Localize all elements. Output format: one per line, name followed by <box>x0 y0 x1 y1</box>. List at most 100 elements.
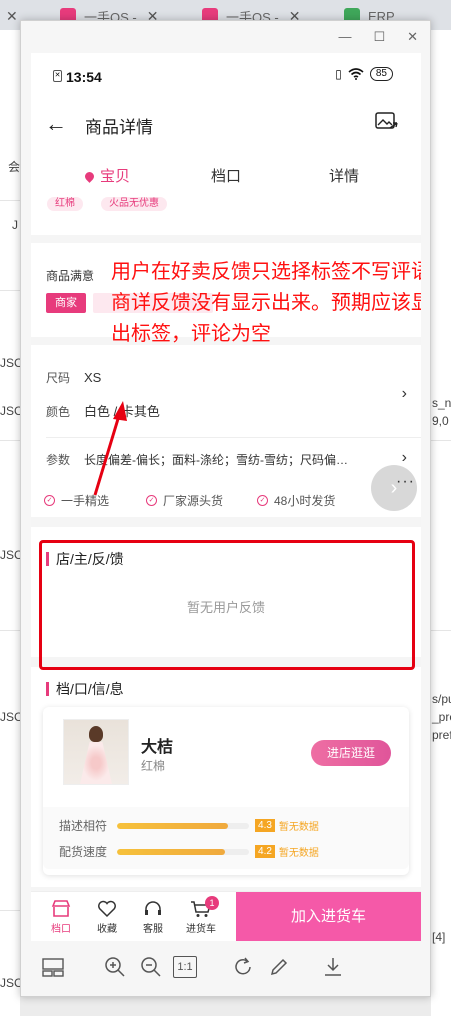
status-time: 13:54 <box>66 69 102 85</box>
spec-section[interactable]: 尺码 XS 颜色 白色 / 卡其色 › 参数 长度偏差-偏长；面料-涤纶；雪纺-雪纺；… <box>31 345 421 481</box>
status-bar: ✕ 13:54 ▯ 85 <box>31 53 421 95</box>
red-highlight-box <box>39 540 415 670</box>
divider <box>431 630 451 631</box>
bottom-label: 收藏 <box>97 924 117 935</box>
tab-product[interactable]: 宝贝 <box>83 165 130 186</box>
metric-score: 4.3 <box>255 819 275 832</box>
model-dress <box>80 742 112 784</box>
chip: 火品无优惠 <box>101 197 167 211</box>
maximize-icon[interactable]: ☐ <box>373 29 385 45</box>
store-metrics: 描述相符 4.3 暂无数据 配货速度 4.2 暂无数据 <box>43 807 409 869</box>
detail-tabs: 宝贝 档口 详情 <box>31 153 421 195</box>
close-icon[interactable]: ✕ <box>407 29 418 45</box>
status-icons: ▯ 85 <box>335 67 393 81</box>
bottom-label: 档口 <box>51 924 71 935</box>
badge-item: ✓ 厂家源头货 <box>146 492 223 509</box>
divider <box>0 440 20 441</box>
metric-bar <box>117 822 250 829</box>
tab-stall[interactable]: 档口 <box>211 165 241 186</box>
browser-tab-close-partial[interactable]: ✕ <box>0 2 18 30</box>
divider <box>0 910 20 911</box>
vibrate-icon: ▯ <box>335 67 342 81</box>
model-head <box>89 726 103 742</box>
actual-size-icon[interactable]: 1:1 <box>173 956 197 978</box>
promo-chips-section: 红棉 火品无优惠 <box>31 195 421 235</box>
red-annotation-text: 用户在好卖反馈只选择标签不写评语，商详反馈没有显示出来。预期应该显示出标签，评论… <box>111 261 421 345</box>
bottom-stall-button[interactable]: 档口 <box>41 898 81 935</box>
window-controls: — ☐ ✕ <box>338 29 418 45</box>
zoom-out-icon[interactable] <box>137 953 165 981</box>
image-viewer-window: — ☐ ✕ ✕ 13:54 ▯ 85 ← 商品详情 宝贝 档口 详情 红棉 火品… <box>20 20 431 997</box>
visit-store-button[interactable]: 进店逛逛 <box>311 740 391 766</box>
shop-icon <box>51 900 71 917</box>
spec-key: 参数 <box>46 453 71 467</box>
bottom-action-bar: 档口 收藏 客服 进货车 1 加入进货车 <box>31 891 421 941</box>
metric-row: 描述相符 4.3 暂无数据 <box>59 817 319 834</box>
tab-details[interactable]: 详情 <box>329 165 359 186</box>
background-text: 9,0 <box>432 414 449 428</box>
wifi-icon <box>348 68 364 80</box>
viewer-toolbar: 1:1 <box>21 941 432 997</box>
minimize-icon[interactable]: — <box>338 29 351 45</box>
bottom-favorite-button[interactable]: 收藏 <box>87 898 127 935</box>
check-circle-icon: ✓ <box>257 495 268 506</box>
merchant-tag: 商家 <box>46 293 86 313</box>
accent-bar <box>46 682 49 696</box>
section-title: 档/口/信/息 <box>46 679 124 699</box>
page-title: 商品详情 <box>85 118 153 137</box>
divider <box>431 440 451 441</box>
divider <box>0 290 20 291</box>
background-text: s/pu <box>432 692 451 706</box>
section-title-text: 档/口/信/息 <box>56 681 124 697</box>
metric-label: 配货速度 <box>59 845 108 859</box>
metric-note: 暂无数据 <box>278 822 319 833</box>
chevron-right-icon[interactable]: › <box>402 385 407 403</box>
bottom-cart-button[interactable]: 进货车 1 <box>181 896 221 935</box>
badge-label: 厂家源头货 <box>163 494 224 508</box>
badge-item: ✓ 48小时发货 <box>257 492 335 509</box>
badge-label: 48小时发货 <box>274 494 336 508</box>
spec-key: 颜色 <box>46 405 71 419</box>
chevron-right-icon[interactable]: › <box>402 449 407 467</box>
divider <box>0 630 20 631</box>
rotate-icon[interactable] <box>229 953 257 981</box>
bottom-label: 客服 <box>143 924 163 935</box>
download-icon[interactable] <box>319 953 347 981</box>
add-to-cart-button[interactable]: 加入进货车 <box>236 892 421 941</box>
background-text: J <box>12 218 18 232</box>
battery-indicator: 85 <box>369 67 393 81</box>
store-card: 大桔 红棉 进店逛逛 描述相符 4.3 暂无数据 配货速度 4.2 暂无数据 <box>43 707 409 875</box>
bottom-service-button[interactable]: 客服 <box>133 898 173 935</box>
red-arrow-icon <box>93 401 127 496</box>
sim-icon: ✕ <box>53 70 62 82</box>
close-icon[interactable]: ✕ <box>6 8 18 25</box>
zoom-in-icon[interactable] <box>101 953 129 981</box>
edit-icon[interactable] <box>265 953 293 981</box>
background-text: s_n <box>432 396 451 410</box>
background-page-left <box>0 30 20 1016</box>
cart-count-badge: 1 <box>205 896 219 910</box>
metric-bar <box>117 848 250 855</box>
store-photo[interactable] <box>63 719 129 785</box>
image-share-icon[interactable] <box>375 111 399 133</box>
service-badges: ✓ 一手精选 ✓ 厂家源头货 ✓ 48小时发货 <box>31 481 421 517</box>
bottom-label: 进货车 <box>186 924 216 935</box>
spec-size-row: 尺码 XS <box>46 369 101 386</box>
store-name: 大桔 <box>141 739 174 756</box>
check-circle-icon: ✓ <box>44 495 55 506</box>
divider <box>0 200 20 201</box>
phone-screenshot: ✕ 13:54 ▯ 85 ← 商品详情 宝贝 档口 详情 红棉 火品无优惠 商品… <box>31 53 421 941</box>
store-market: 红棉 <box>141 759 166 773</box>
more-dots-icon[interactable]: ··· <box>396 473 415 491</box>
metric-note: 暂无数据 <box>278 848 319 859</box>
headset-icon <box>145 901 161 915</box>
background-page-right <box>431 30 451 1016</box>
spec-key: 尺码 <box>46 371 71 385</box>
layout-icon[interactable] <box>39 953 67 981</box>
check-circle-icon: ✓ <box>146 495 157 506</box>
metric-bar-fill <box>117 822 228 829</box>
background-text: prefi <box>432 728 451 742</box>
satisfaction-label: 商品满意 <box>46 269 95 283</box>
back-arrow-icon[interactable]: ← <box>45 111 67 137</box>
background-text: _pre <box>432 710 451 724</box>
